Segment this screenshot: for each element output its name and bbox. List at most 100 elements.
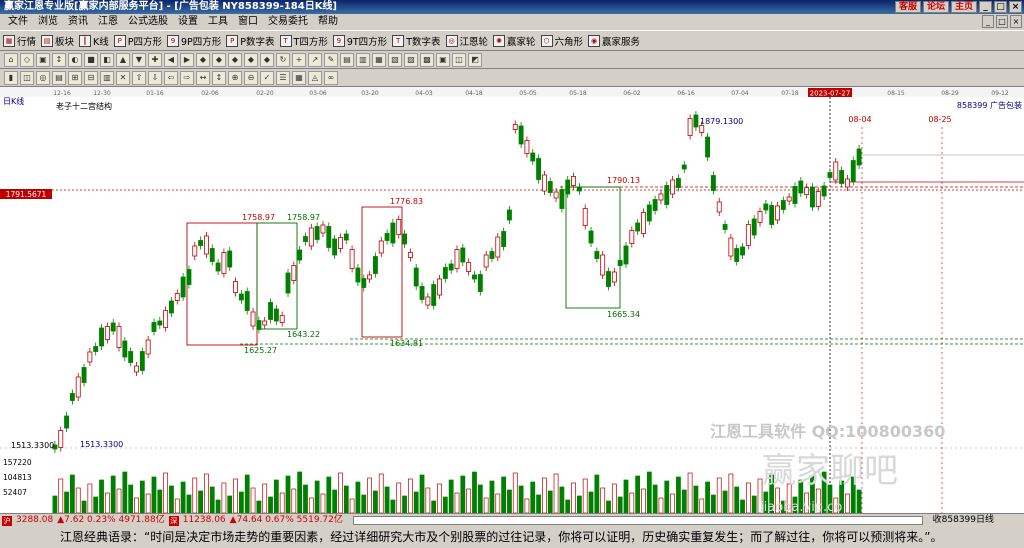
- menu-tools[interactable]: 工具: [203, 14, 233, 30]
- analysis-tool-15-icon[interactable]: ⊖: [244, 70, 258, 85]
- drawing-tool-2-icon[interactable]: ▣: [36, 52, 50, 67]
- close-button[interactable]: ×: [1009, 1, 1022, 13]
- candle-body: [629, 230, 635, 244]
- tool-p-square[interactable]: P P四方形: [113, 34, 162, 48]
- home-link[interactable]: 主页: [950, 1, 977, 13]
- future-date-label: 08-25: [928, 115, 951, 124]
- analysis-tool-1-icon[interactable]: ◫: [20, 70, 34, 85]
- analysis-tool-18-icon[interactable]: ▦: [292, 70, 306, 85]
- volume-bar: [116, 488, 122, 513]
- drawing-tool-26-icon[interactable]: ▩: [420, 52, 434, 67]
- menu-gann[interactable]: 江恩: [93, 14, 123, 30]
- drawing-tool-23-icon[interactable]: ▦: [372, 52, 386, 67]
- drawing-tool-5-icon[interactable]: ■: [84, 52, 98, 67]
- menu-file[interactable]: 文件: [3, 14, 33, 30]
- analysis-tool-12-icon[interactable]: ↔: [196, 70, 210, 85]
- tool-kline[interactable]: ┃ K线: [79, 34, 109, 48]
- child-minimize-button[interactable]: _: [982, 15, 994, 28]
- tool-quotes[interactable]: ▦ 行情: [3, 34, 36, 48]
- analysis-tool-4-icon[interactable]: ⊞: [68, 70, 82, 85]
- drawing-tool-7-icon[interactable]: ▲: [116, 52, 130, 67]
- drawing-tool-28-icon[interactable]: ◫: [452, 52, 466, 67]
- tool-gann-wheel[interactable]: ◎ 江恩轮: [445, 34, 488, 48]
- customer-service-link[interactable]: 客服: [894, 1, 921, 13]
- analysis-tool-2-icon[interactable]: ◎: [36, 70, 50, 85]
- analysis-tool-3-icon[interactable]: ▤: [52, 70, 66, 85]
- menu-browse[interactable]: 浏览: [33, 14, 63, 30]
- menu-settings[interactable]: 设置: [173, 14, 203, 30]
- menu-window[interactable]: 窗口: [233, 14, 263, 30]
- drawing-tool-8-icon[interactable]: ▼: [132, 52, 146, 67]
- analysis-tool-19-icon[interactable]: ◬: [308, 70, 322, 85]
- candle-body: [93, 346, 99, 352]
- candle-body: [431, 284, 437, 306]
- horizontal-scrollbar[interactable]: [352, 516, 923, 525]
- minimize-button[interactable]: _: [979, 1, 992, 13]
- tool-9t-square[interactable]: 9 9T四方形: [332, 34, 387, 48]
- kline-icon: ┃: [79, 34, 92, 47]
- kline-chart[interactable]: 12-16 12-30 01-16 02-06 02-20 03-06 03-20 04-03…: [0, 87, 1024, 513]
- forum-link[interactable]: 论坛: [922, 1, 949, 13]
- analysis-tool-7-icon[interactable]: ✕: [116, 70, 130, 85]
- sz-index-change: ▲74.64 0.67% 5519.72亿: [229, 515, 343, 525]
- drawing-tool-19-icon[interactable]: ↗: [308, 52, 322, 67]
- child-restore-button[interactable]: □: [996, 15, 1008, 28]
- analysis-tool-20-icon[interactable]: ∞: [324, 70, 338, 85]
- candle-body: [396, 219, 402, 235]
- drawing-tool-13-icon[interactable]: ◆: [212, 52, 226, 67]
- analysis-tool-13-icon[interactable]: ↕: [212, 70, 226, 85]
- drawing-tool-29-icon[interactable]: ◩: [468, 52, 482, 67]
- drawing-tool-3-icon[interactable]: ↕: [52, 52, 66, 67]
- drawing-tool-17-icon[interactable]: ↻: [276, 52, 290, 67]
- drawing-tool-20-icon[interactable]: ✎: [324, 52, 338, 67]
- drawing-tool-6-icon[interactable]: ◧: [100, 52, 114, 67]
- drawing-tool-0-icon[interactable]: ⌂: [4, 52, 18, 67]
- tool-p-number[interactable]: P P数字表: [226, 34, 275, 48]
- tool-t-square[interactable]: T T四方形: [279, 34, 328, 48]
- drawing-tool-22-icon[interactable]: ▥: [356, 52, 370, 67]
- analysis-tool-5-icon[interactable]: ⊟: [84, 70, 98, 85]
- candle-body: [675, 178, 681, 188]
- candle-body: [699, 125, 705, 133]
- kline-chart-area[interactable]: 12-16 12-30 01-16 02-06 02-20 03-06 03-20 04-03…: [0, 87, 1024, 513]
- tool-hexagon[interactable]: ⬡ 六角形: [540, 34, 583, 48]
- drawing-tool-9-icon[interactable]: ✚: [148, 52, 162, 67]
- child-close-button[interactable]: ×: [1010, 15, 1022, 28]
- menu-news[interactable]: 资讯: [63, 14, 93, 30]
- menu-trade[interactable]: 交易委托: [263, 14, 313, 30]
- drawing-tool-21-icon[interactable]: ▤: [340, 52, 354, 67]
- analysis-tool-8-icon[interactable]: ⇧: [132, 70, 146, 85]
- drawing-tool-11-icon[interactable]: ▶: [180, 52, 194, 67]
- drawing-tool-10-icon[interactable]: ◀: [164, 52, 178, 67]
- drawing-tool-1-icon[interactable]: ◇: [20, 52, 34, 67]
- analysis-tool-9-icon[interactable]: ⇩: [148, 70, 162, 85]
- drawing-tool-27-icon[interactable]: ▣: [436, 52, 450, 67]
- tool-winner-wheel[interactable]: ✺ 赢家轮: [493, 34, 536, 48]
- drawing-tool-16-icon[interactable]: ◆: [260, 52, 274, 67]
- drawing-tool-14-icon[interactable]: ◆: [228, 52, 242, 67]
- maximize-button[interactable]: □: [994, 1, 1007, 13]
- tool-9p-square[interactable]: 9 9P四方形: [167, 34, 221, 48]
- menu-formula[interactable]: 公式选股: [123, 14, 173, 30]
- drawing-tool-12-icon[interactable]: ◆: [196, 52, 210, 67]
- drawing-tool-24-icon[interactable]: ▧: [388, 52, 402, 67]
- analysis-tool-11-icon[interactable]: ⇨: [180, 70, 194, 85]
- analysis-tool-16-icon[interactable]: ✓: [260, 70, 274, 85]
- drawing-tool-25-icon[interactable]: ▨: [404, 52, 418, 67]
- analysis-tool-14-icon[interactable]: ⊕: [228, 70, 242, 85]
- menu-help[interactable]: 帮助: [313, 14, 343, 30]
- analysis-tool-6-icon[interactable]: ▥: [100, 70, 114, 85]
- tool-winner-service[interactable]: ◉ 赢家服务: [588, 34, 640, 48]
- tool-sector[interactable]: ▤ 板块: [41, 34, 74, 48]
- candle-body: [705, 136, 711, 158]
- drawing-tool-18-icon[interactable]: +: [292, 52, 306, 67]
- analysis-tool-17-icon[interactable]: ☰: [276, 70, 290, 85]
- tool-t-number[interactable]: T T数字表: [392, 34, 441, 48]
- analysis-tool-10-icon[interactable]: ⇦: [164, 70, 178, 85]
- drawing-tool-4-icon[interactable]: ◐: [68, 52, 82, 67]
- candle-body: [839, 170, 845, 184]
- volume-bar: [338, 472, 343, 513]
- analysis-tool-0-icon[interactable]: ▮: [4, 70, 18, 85]
- drawing-tool-15-icon[interactable]: ◆: [244, 52, 258, 67]
- volume-bar: [512, 472, 518, 513]
